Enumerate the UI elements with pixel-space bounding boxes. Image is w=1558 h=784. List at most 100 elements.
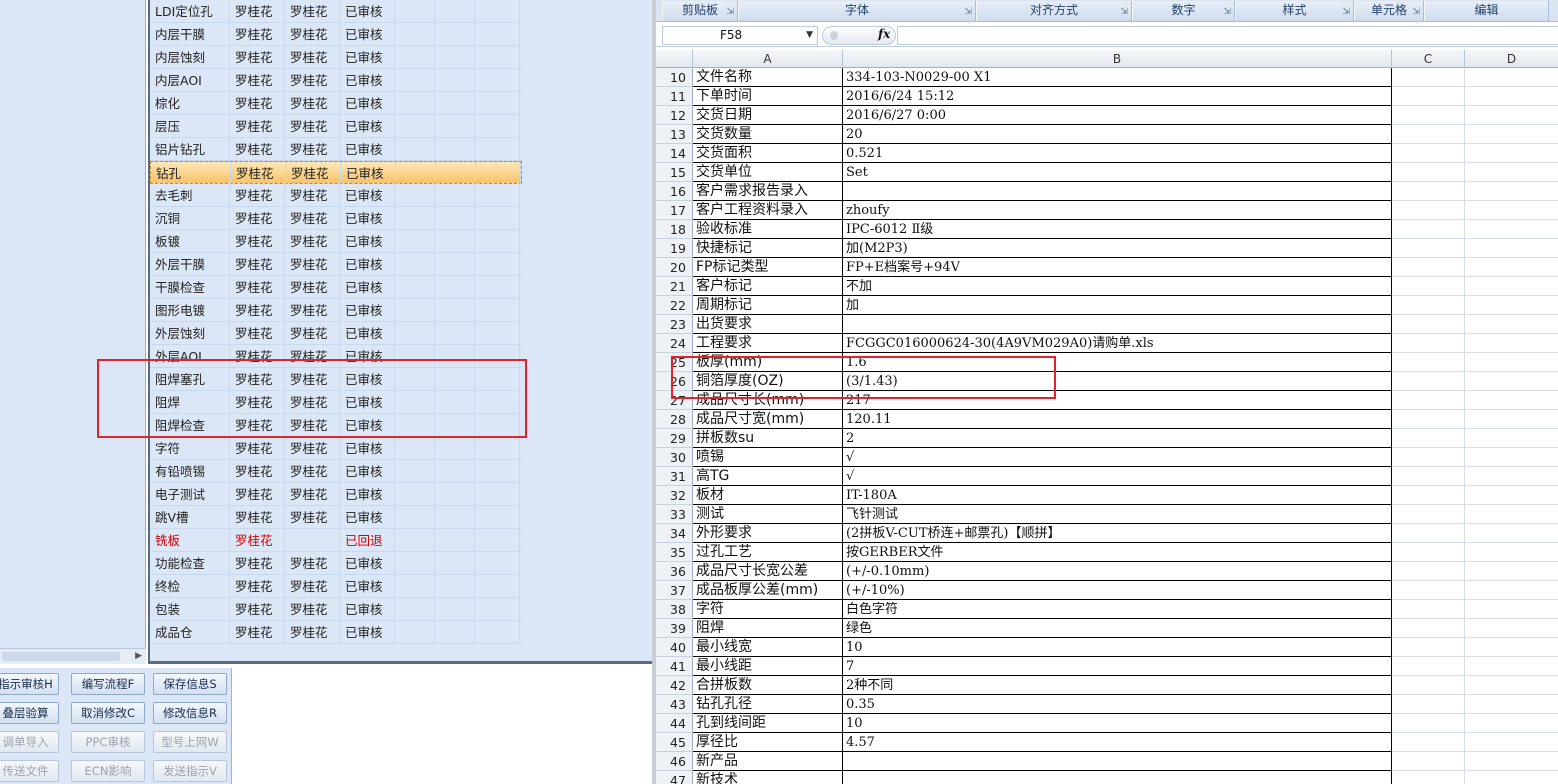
process-name-cell[interactable]: 字符: [150, 437, 230, 460]
process-name-cell[interactable]: 沉铜: [150, 207, 230, 230]
empty-cell[interactable]: [395, 69, 435, 92]
empty-cell[interactable]: [395, 414, 435, 437]
operator-cell[interactable]: 罗桂花: [230, 506, 285, 529]
empty-cell[interactable]: [475, 368, 520, 391]
row-number[interactable]: 10: [656, 68, 693, 87]
cell-b[interactable]: [843, 752, 1392, 771]
cell-a[interactable]: 铜箔厚度(OZ): [693, 372, 843, 391]
cell-c[interactable]: [1392, 448, 1465, 467]
process-row[interactable]: 阻焊检查 罗桂花 罗桂花 已审核: [150, 414, 522, 437]
row-number[interactable]: 35: [656, 543, 693, 562]
cell-c[interactable]: [1392, 676, 1465, 695]
cell-d[interactable]: [1465, 733, 1558, 752]
cell-b[interactable]: Set: [843, 163, 1392, 182]
cell-a[interactable]: 验收标准: [693, 220, 843, 239]
empty-cell[interactable]: [395, 437, 435, 460]
cell-c[interactable]: [1392, 486, 1465, 505]
dialog-launcher-icon[interactable]: ⇲: [964, 3, 972, 22]
empty-cell[interactable]: [396, 162, 436, 185]
empty-cell[interactable]: [435, 598, 475, 621]
process-row[interactable]: 阻焊塞孔 罗桂花 罗桂花 已审核: [150, 368, 522, 391]
process-name-cell[interactable]: 铣板: [150, 529, 230, 552]
cell-c[interactable]: [1392, 410, 1465, 429]
empty-cell[interactable]: [476, 162, 521, 185]
reviewer-cell[interactable]: 罗桂花: [285, 184, 340, 207]
cell-b[interactable]: 2: [843, 429, 1392, 448]
empty-cell[interactable]: [475, 46, 520, 69]
row-number[interactable]: 31: [656, 467, 693, 486]
status-cell[interactable]: 已审核: [340, 230, 395, 253]
cell-c[interactable]: [1392, 315, 1465, 334]
empty-cell[interactable]: [475, 322, 520, 345]
cell-d[interactable]: [1465, 410, 1558, 429]
empty-cell[interactable]: [395, 506, 435, 529]
status-cell[interactable]: 已审核: [341, 162, 396, 185]
chevron-down-icon[interactable]: ▼: [806, 27, 813, 44]
reviewer-cell[interactable]: 罗桂花: [285, 207, 340, 230]
status-cell[interactable]: 已审核: [340, 138, 395, 161]
empty-cell[interactable]: [395, 230, 435, 253]
status-cell[interactable]: 已审核: [340, 506, 395, 529]
process-row[interactable]: LDI定位孔 罗桂花 罗桂花 已审核: [150, 0, 522, 23]
row-number[interactable]: 40: [656, 638, 693, 657]
cell-b[interactable]: IPC-6012 Ⅱ级: [843, 220, 1392, 239]
status-cell[interactable]: 已审核: [340, 92, 395, 115]
cell-c[interactable]: [1392, 372, 1465, 391]
empty-cell[interactable]: [475, 69, 520, 92]
empty-cell[interactable]: [395, 368, 435, 391]
reviewer-cell[interactable]: 罗桂花: [285, 552, 340, 575]
scroll-right-icon[interactable]: ▶: [135, 651, 142, 661]
cell-b[interactable]: 20: [843, 125, 1392, 144]
cell-a[interactable]: 下单时间: [693, 87, 843, 106]
empty-cell[interactable]: [395, 345, 435, 368]
empty-cell[interactable]: [475, 276, 520, 299]
cell-d[interactable]: [1465, 657, 1558, 676]
cell-a[interactable]: 板材: [693, 486, 843, 505]
cell-b[interactable]: FCGGC016000624-30(4A9VM029A0)请购单.xls: [843, 334, 1392, 353]
row-number[interactable]: 11: [656, 87, 693, 106]
cell-a[interactable]: 交货面积: [693, 144, 843, 163]
reviewer-cell[interactable]: 罗桂花: [285, 253, 340, 276]
operator-cell[interactable]: 罗桂花: [230, 46, 285, 69]
row-number[interactable]: 32: [656, 486, 693, 505]
cell-c[interactable]: [1392, 600, 1465, 619]
operator-cell[interactable]: 罗桂花: [230, 460, 285, 483]
cell-a[interactable]: 快捷标记: [693, 239, 843, 258]
empty-cell[interactable]: [435, 0, 475, 23]
cell-c[interactable]: [1392, 163, 1465, 182]
expand-handle-icon[interactable]: [830, 31, 838, 40]
process-row[interactable]: 去毛刺 罗桂花 罗桂花 已审核: [150, 184, 522, 207]
row-number[interactable]: 17: [656, 201, 693, 220]
cell-a[interactable]: 成品板厚公差(mm): [693, 581, 843, 600]
cell-c[interactable]: [1392, 182, 1465, 201]
cell-d[interactable]: [1465, 106, 1558, 125]
process-name-cell[interactable]: 成品仓: [150, 621, 230, 644]
empty-cell[interactable]: [395, 23, 435, 46]
empty-cell[interactable]: [475, 575, 520, 598]
cell-b[interactable]: [843, 182, 1392, 201]
reviewer-cell[interactable]: 罗桂花: [285, 138, 340, 161]
process-name-cell[interactable]: 阻焊塞孔: [150, 368, 230, 391]
process-name-cell[interactable]: 内层干膜: [150, 23, 230, 46]
empty-cell[interactable]: [435, 460, 475, 483]
cell-b[interactable]: 加(M2P3): [843, 239, 1392, 258]
cell-d[interactable]: [1465, 581, 1558, 600]
process-row[interactable]: 功能检查 罗桂花 罗桂花 已审核: [150, 552, 522, 575]
row-number[interactable]: 37: [656, 581, 693, 600]
cell-c[interactable]: [1392, 657, 1465, 676]
scrollbar-thumb[interactable]: [2, 652, 120, 661]
empty-cell[interactable]: [395, 621, 435, 644]
empty-cell[interactable]: [395, 46, 435, 69]
action-button[interactable]: ECN影响: [71, 760, 145, 782]
empty-cell[interactable]: [475, 230, 520, 253]
cell-d[interactable]: [1465, 676, 1558, 695]
process-row[interactable]: 内层AOI 罗桂花 罗桂花 已审核: [150, 69, 522, 92]
reviewer-cell[interactable]: 罗桂花: [285, 414, 340, 437]
select-all-corner[interactable]: [656, 50, 693, 68]
cell-b[interactable]: 0.521: [843, 144, 1392, 163]
action-button[interactable]: 传送文件: [0, 760, 59, 782]
ribbon-group[interactable]: 对齐方式 ⇲: [976, 1, 1132, 21]
process-name-cell[interactable]: 棕化: [150, 92, 230, 115]
empty-cell[interactable]: [435, 92, 475, 115]
status-cell[interactable]: 已审核: [340, 253, 395, 276]
